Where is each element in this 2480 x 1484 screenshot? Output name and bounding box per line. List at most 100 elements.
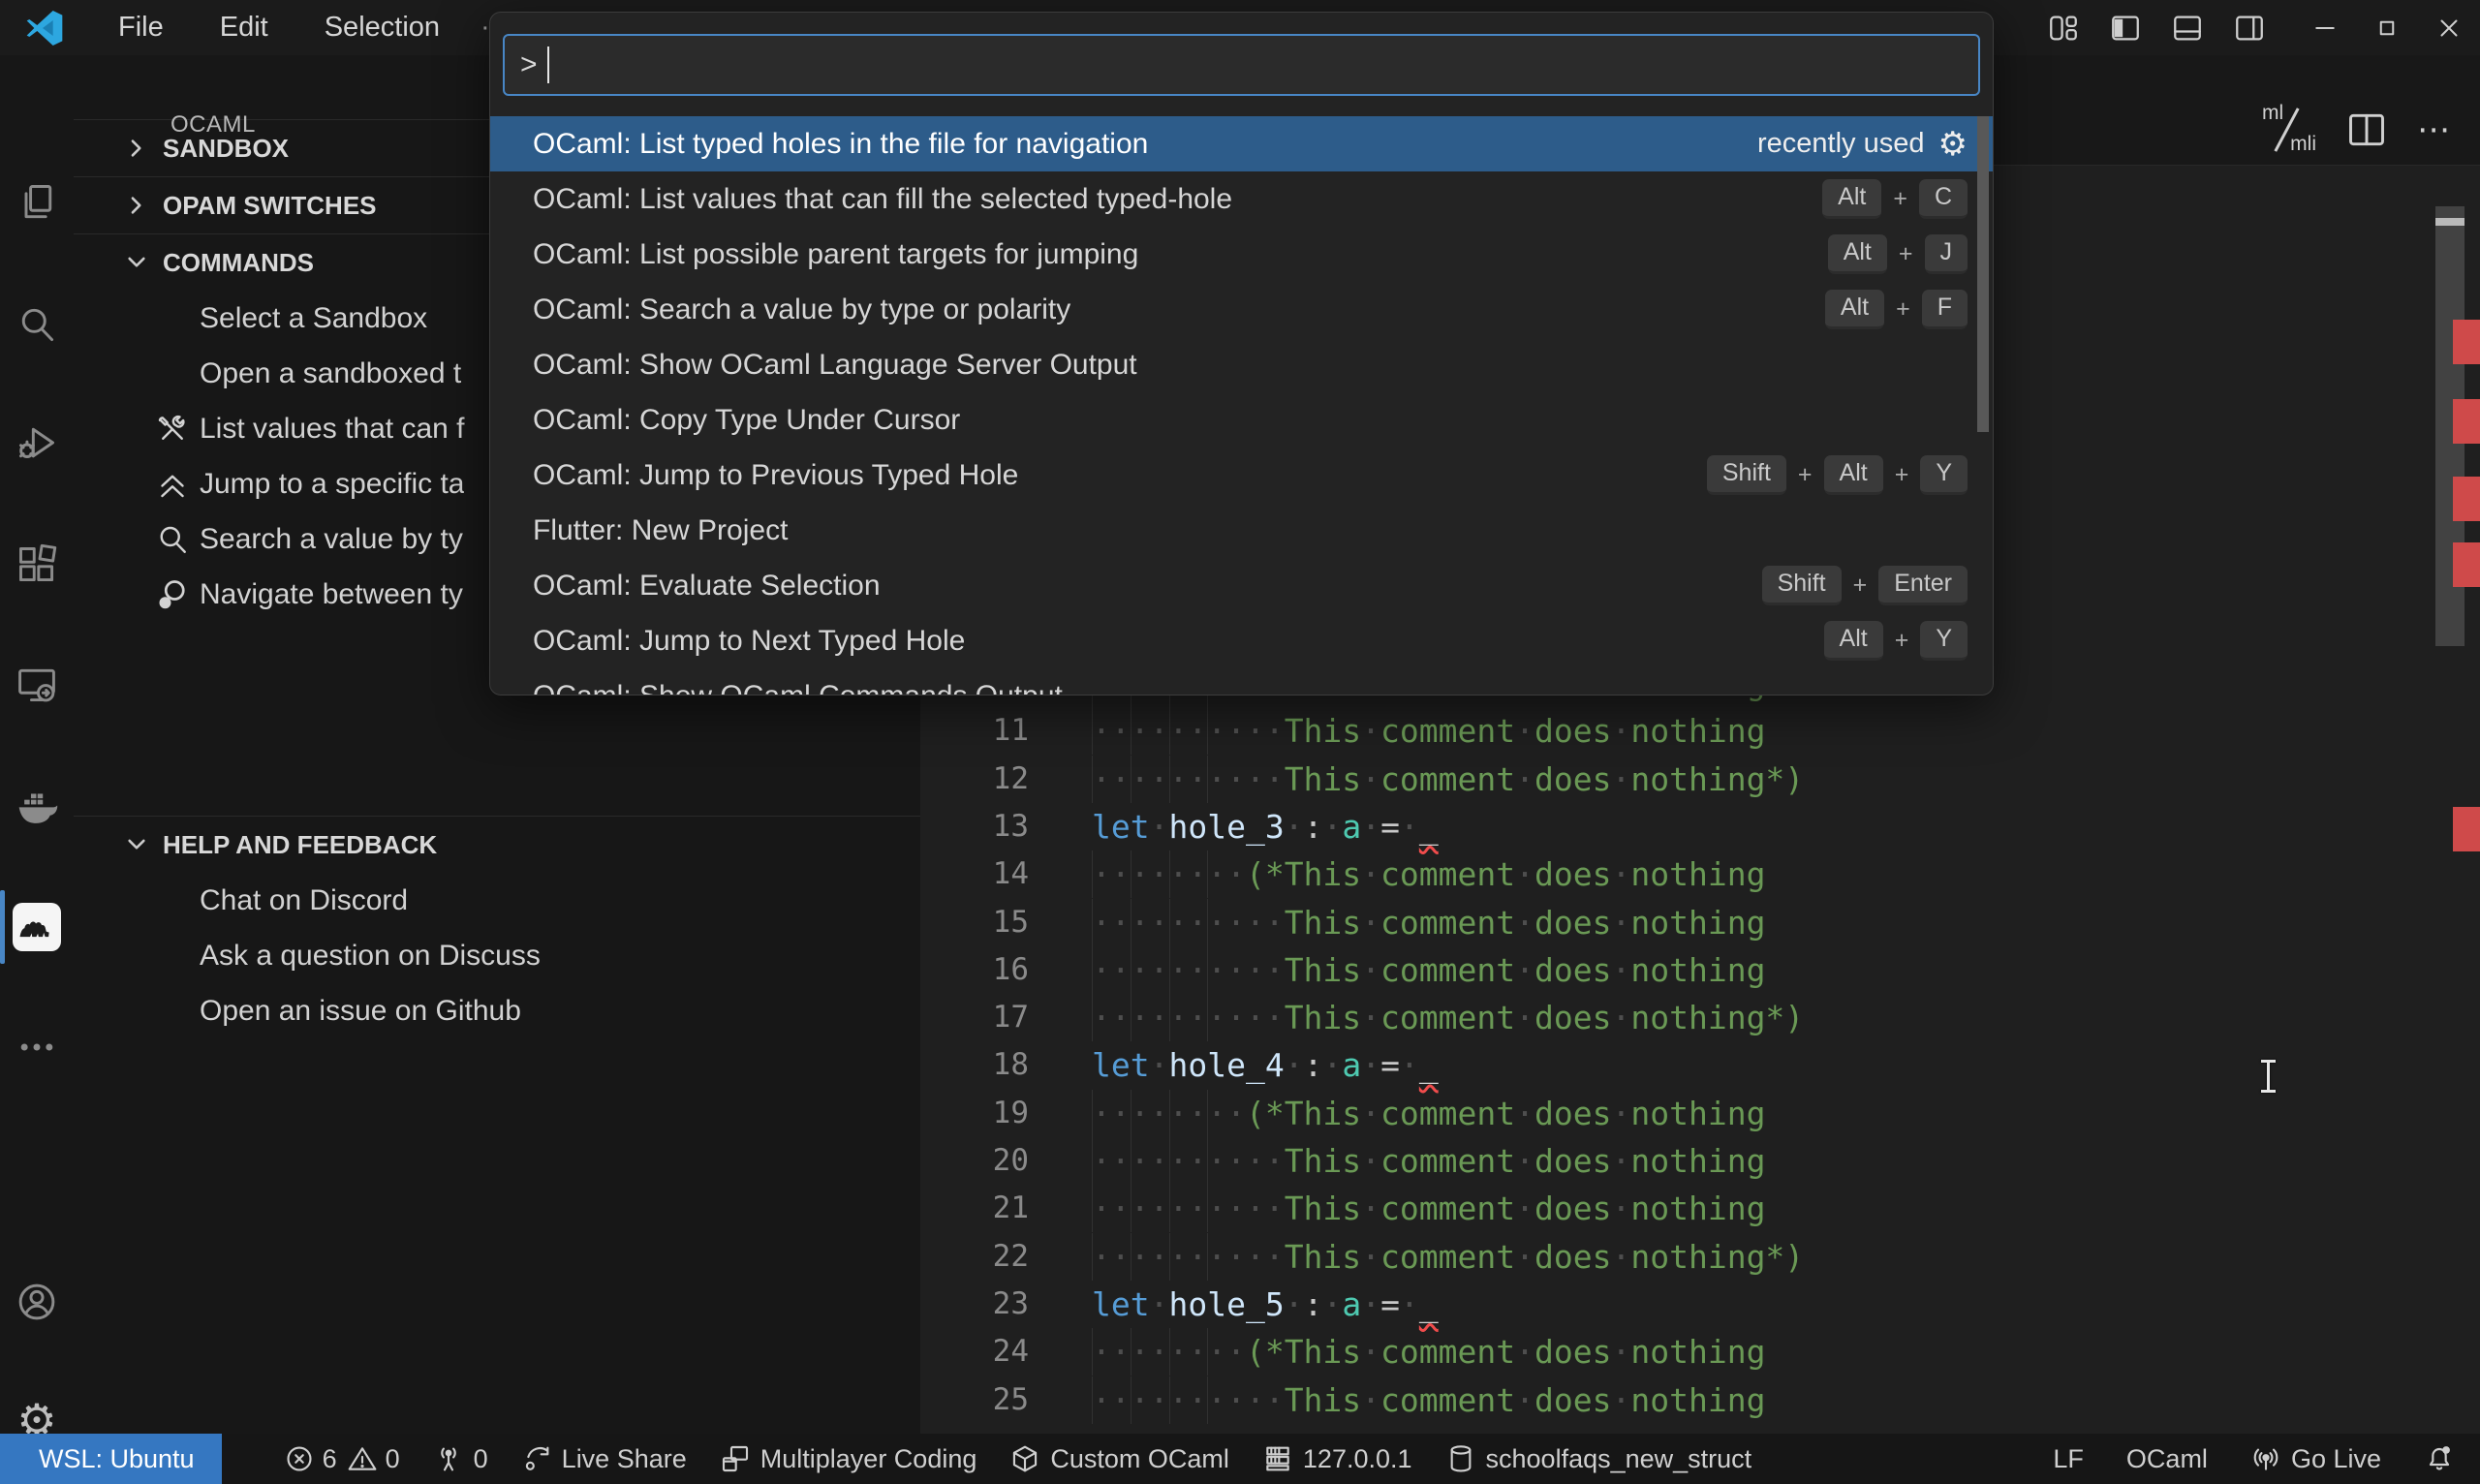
activity-search-icon[interactable] [16, 303, 58, 346]
chevrons-up-icon [155, 467, 190, 502]
command-palette: > OCaml: List typed holes in the file fo… [489, 12, 1994, 696]
chevron-down-icon [124, 832, 149, 857]
status-notifications[interactable] [2424, 1443, 2455, 1474]
status-multiplayer[interactable]: Multiplayer Coding [720, 1443, 976, 1474]
line-number: 17 [992, 1000, 1029, 1036]
activity-bar: ⚙ [0, 55, 74, 1442]
maximize-button[interactable] [2356, 0, 2418, 55]
status-eol-label: LF [2053, 1443, 2084, 1473]
code-line: 14 ········(*This·comment·does·nothing [920, 850, 2480, 899]
command-item[interactable]: OCaml: List values that can fill the sel… [490, 171, 1993, 227]
code-text: ··········This·comment·does·nothing [1092, 1190, 1766, 1228]
activity-ocaml-icon[interactable] [16, 906, 58, 948]
status-problems[interactable]: 60 [284, 1443, 400, 1474]
minimize-button[interactable] [2294, 0, 2356, 55]
activity-extensions-icon[interactable] [16, 543, 58, 586]
command-item[interactable]: OCaml: Copy Type Under Cursor [490, 392, 1993, 448]
command-item-label: OCaml: Jump to Next Typed Hole [533, 624, 966, 657]
activity-account-icon[interactable] [16, 1281, 58, 1323]
command-item-label: OCaml: List possible parent targets for … [533, 237, 1139, 270]
overview-ruler[interactable] [2434, 165, 2480, 1434]
customize-layout-icon[interactable] [2032, 0, 2094, 55]
command-item-meta: recently used ⚙ [1757, 128, 1968, 161]
section-header-help-and-feedback[interactable]: HELP AND FEEDBACK [74, 816, 920, 873]
command-list: OCaml: List typed holes in the file for … [490, 116, 1993, 696]
status-tower[interactable]: 0 [433, 1443, 488, 1474]
menu-selection[interactable]: Selection [303, 8, 461, 47]
line-number: 21 [992, 1190, 1029, 1226]
warning-count: 0 [385, 1443, 400, 1473]
code-text: ··········This·comment·does·nothing*) [1092, 1237, 1805, 1276]
command-item[interactable]: OCaml: Jump to Previous Typed Hole Shift +… [490, 448, 1993, 503]
vscode-logo-icon [25, 9, 64, 47]
status-remote-wsl[interactable]: WSL: Ubuntu [0, 1434, 222, 1484]
error-ruler-mark [2453, 542, 2480, 587]
line-number: 22 [992, 1238, 1029, 1274]
command-item[interactable]: OCaml: Jump to Next Typed Hole Alt + Y [490, 613, 1993, 668]
command-item[interactable]: Flutter: New Project [490, 503, 1993, 558]
activity-remote-explorer-icon[interactable] [16, 664, 58, 706]
server-icon [1262, 1443, 1293, 1474]
status-go-live[interactable]: Go Live [2250, 1443, 2381, 1474]
activity-docker-icon[interactable] [16, 786, 58, 828]
sidebar-item[interactable]: Chat on Discord [74, 873, 920, 928]
menu-file[interactable]: File [97, 8, 185, 47]
code-line: 12 ··········This·comment·does·nothing*) [920, 755, 2480, 803]
toggle-panel-icon[interactable] [2156, 0, 2218, 55]
command-item[interactable]: OCaml: Show OCaml Language Server Output [490, 337, 1993, 392]
configure-keybinding-gear-icon[interactable]: ⚙ [1938, 128, 1968, 161]
search-small-icon [155, 522, 190, 557]
ruler-cursor-marker [2435, 218, 2464, 226]
palette-scrollbar[interactable] [1977, 116, 1989, 432]
key-y: Y [1920, 455, 1968, 495]
status-database[interactable]: schoolfaqs_new_struct [1445, 1443, 1752, 1474]
command-input[interactable]: > [503, 34, 1980, 96]
error-ruler-mark [2453, 320, 2480, 364]
windows-icon [720, 1443, 751, 1474]
command-item[interactable]: OCaml: Search a value by type or polarit… [490, 282, 1993, 337]
code-text: ··········This·comment·does·nothing [1092, 1142, 1766, 1180]
status-language[interactable]: OCaml [2126, 1444, 2208, 1474]
status-custom-ocaml[interactable]: Custom OCaml [1009, 1443, 1229, 1474]
code-line: 25 ··········This·comment·does·nothing [920, 1376, 2480, 1424]
plus-separator: + [1894, 461, 1909, 488]
keybinding: Alt + J [1827, 234, 1968, 274]
error-ruler-mark [2453, 477, 2480, 521]
command-item[interactable]: OCaml: Evaluate Selection Shift + Enter [490, 558, 1993, 613]
status-go-live-label: Go Live [2290, 1443, 2381, 1473]
sidebar-item-label: Jump to a specific ta [200, 467, 465, 500]
status-live-share-label: Live Share [561, 1443, 687, 1473]
command-item[interactable]: OCaml: Show OCaml Commands Output [490, 668, 1993, 696]
command-item[interactable]: OCaml: List possible parent targets for … [490, 227, 1993, 282]
vscode-window: File Edit Selection · ⚙ OCAML SANDBOX OP… [0, 0, 2480, 1484]
sidebar-item[interactable]: Open an issue on Github [74, 983, 920, 1038]
live-share-icon [521, 1443, 552, 1474]
key-j: J [1924, 234, 1968, 274]
activity-run-debug-icon[interactable] [16, 421, 58, 464]
activity-explorer-icon[interactable] [16, 181, 58, 224]
code-text: ··········This·comment·does·nothing*) [1092, 759, 1805, 798]
status-database-label: schoolfaqs_new_struct [1485, 1443, 1752, 1473]
status-host[interactable]: 127.0.0.1 [1262, 1443, 1412, 1474]
activity-ellipsis-icon[interactable] [16, 1026, 58, 1068]
menu-edit[interactable]: Edit [199, 8, 290, 47]
sidebar-item-label: Select a Sandbox [200, 301, 428, 334]
close-button[interactable] [2418, 0, 2480, 55]
line-number: 16 [992, 951, 1029, 987]
sidebar-item[interactable]: Ask a question on Discuss [74, 928, 920, 983]
plus-separator: + [1898, 240, 1913, 267]
command-item[interactable]: OCaml: List typed holes in the file for … [490, 116, 1993, 171]
toggle-primary-sidebar-icon[interactable] [2094, 0, 2156, 55]
status-eol[interactable]: LF [2053, 1444, 2084, 1474]
command-prompt: > [520, 48, 538, 80]
code-text: ··········This·comment·does·nothing [1092, 712, 1766, 751]
line-number: 11 [992, 713, 1029, 749]
command-item-label: OCaml: Show OCaml Commands Output [533, 679, 1063, 696]
plus-separator: + [1894, 627, 1909, 654]
status-live-share[interactable]: Live Share [521, 1443, 687, 1474]
code-line: 22 ··········This·comment·does·nothing*) [920, 1232, 2480, 1281]
line-number: 15 [992, 904, 1029, 940]
chevron-down-icon [124, 250, 149, 275]
code-line: 21 ··········This·comment·does·nothing [920, 1185, 2480, 1233]
toggle-secondary-sidebar-icon[interactable] [2218, 0, 2280, 55]
